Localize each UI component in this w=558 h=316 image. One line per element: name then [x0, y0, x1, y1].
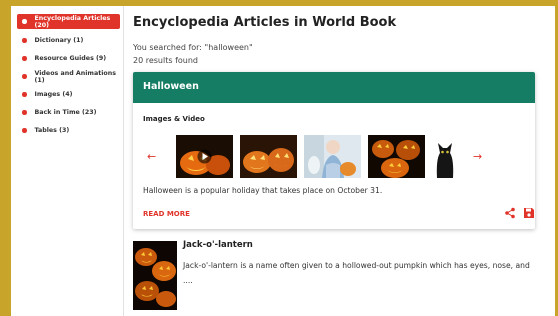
images-video-heading: Images & Video [143, 115, 205, 123]
sidebar-item-images[interactable]: Images (4) [17, 87, 123, 102]
result-thumbnail[interactable] [133, 241, 177, 310]
thumbnail-jack-o-lanterns[interactable] [240, 135, 297, 178]
sidebar-item-resource-guides[interactable]: Resource Guides (9) [17, 51, 123, 66]
sidebar: Encyclopedia Articles (20) Dictionary (1… [11, 6, 124, 316]
bullet-icon [22, 92, 27, 97]
card-header: Halloween [133, 72, 535, 103]
read-more-link[interactable]: READ MORE [143, 210, 190, 218]
carousel-prev-arrow-icon[interactable]: ← [147, 151, 156, 162]
sidebar-item-label: Images (4) [34, 91, 73, 98]
sidebar-item-label: Videos and Animations (1) [34, 69, 116, 84]
search-query-text: You searched for: "halloween" [133, 43, 253, 52]
sidebar-item-back-in-time[interactable]: Back in Time (23) [17, 105, 123, 120]
bullet-icon [22, 110, 27, 115]
sidebar-item-dictionary[interactable]: Dictionary (1) [17, 33, 123, 48]
sidebar-item-label: Dictionary (1) [34, 37, 84, 44]
sidebar-item-label: Tables (3) [34, 127, 70, 134]
results-count: 20 results found [133, 56, 198, 65]
sidebar-item-label: Encyclopedia Articles (20) [34, 14, 111, 29]
share-icon[interactable] [504, 207, 516, 219]
bullet-icon [22, 74, 27, 79]
bullet-icon [22, 56, 27, 61]
page-frame: Encyclopedia Articles (20) Dictionary (1… [11, 6, 555, 316]
carousel-next-arrow-icon[interactable]: → [473, 151, 482, 162]
result-description: Jack-o'-lantern is a name often given to… [183, 261, 530, 285]
save-icon[interactable] [523, 207, 535, 219]
sidebar-item-encyclopedia-articles[interactable]: Encyclopedia Articles (20) [17, 14, 120, 29]
page-title: Encyclopedia Articles in World Book [133, 15, 397, 30]
sidebar-item-tables[interactable]: Tables (3) [17, 123, 123, 138]
sidebar-item-label: Back in Time (23) [34, 109, 97, 116]
sidebar-item-videos-animations[interactable]: Videos and Animations (1) [17, 69, 123, 84]
card-title[interactable]: Halloween [143, 81, 199, 92]
bullet-icon [22, 128, 27, 133]
sidebar-item-label: Resource Guides (9) [34, 55, 107, 62]
bullet-icon [22, 38, 27, 43]
card-summary: Halloween is a popular holiday that take… [143, 186, 383, 195]
thumbnail-pumpkin-video[interactable] [176, 135, 233, 178]
thumbnail-lit-pumpkins[interactable] [368, 135, 425, 178]
thumbnail-black-cat[interactable] [432, 135, 458, 178]
thumbnail-costume-child[interactable] [304, 135, 361, 178]
featured-article-card: Halloween Images & Video ← → Halloween i… [133, 72, 535, 229]
bullet-icon [22, 19, 27, 24]
result-title-link[interactable]: Jack-o'-lantern [183, 240, 253, 250]
